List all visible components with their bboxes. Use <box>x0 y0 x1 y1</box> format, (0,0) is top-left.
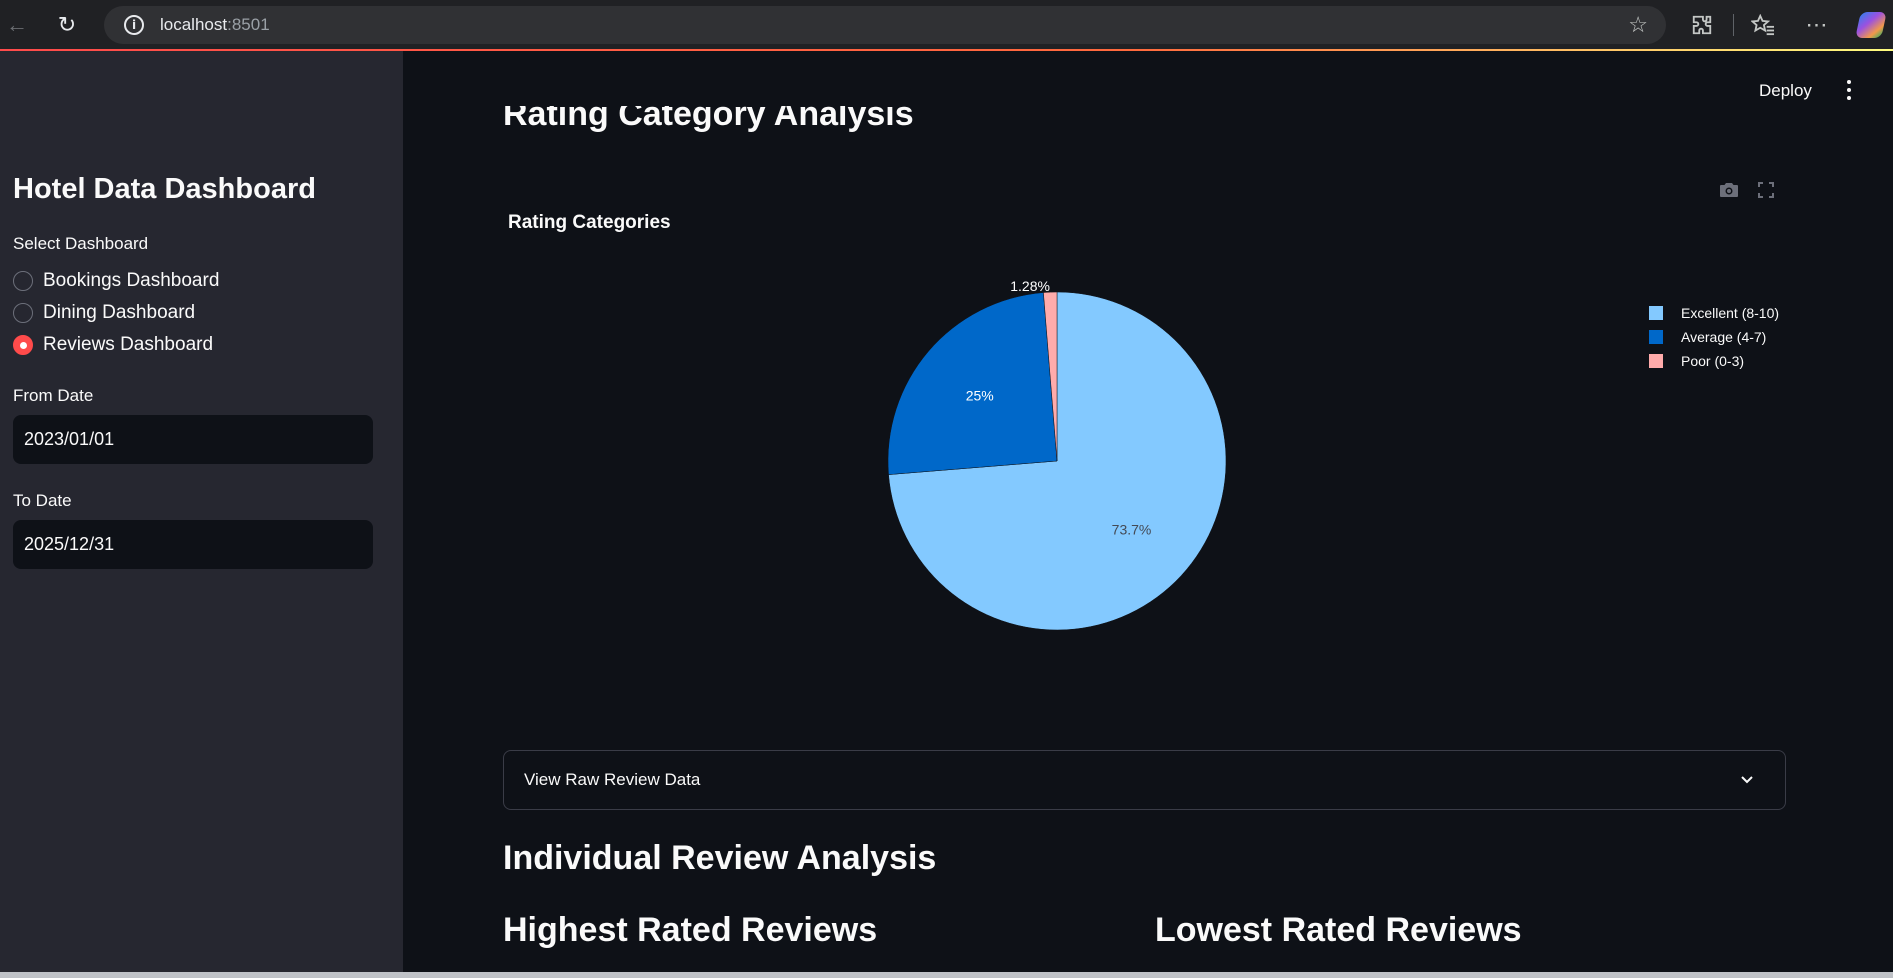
legend-swatch <box>1649 330 1663 344</box>
to-date-input[interactable]: 2025/12/31 <box>13 520 373 569</box>
radio-button[interactable] <box>13 303 33 323</box>
legend-item-poor[interactable]: Poor (0-3) <box>1649 349 1779 373</box>
raw-data-expander[interactable]: View Raw Review Data <box>503 750 1786 810</box>
sidebar: Hotel Data Dashboard Select Dashboard Bo… <box>0 51 403 972</box>
sidebar-title: Hotel Data Dashboard <box>13 173 316 205</box>
to-date-label: To Date <box>13 491 72 510</box>
url-host: localhost <box>160 15 228 34</box>
radio-label: Reviews Dashboard <box>43 334 214 355</box>
back-arrow-icon[interactable]: ← <box>0 8 34 42</box>
browser-toolbar: ← ↻ i localhost:8501 ☆ ⋯ <box>0 0 1893 50</box>
select-dashboard-label: Select Dashboard <box>13 234 149 253</box>
pie-slice-average[interactable] <box>887 292 1058 475</box>
radio-dining-dashboard[interactable]: Dining Dashboard <box>13 300 195 326</box>
extensions-icon[interactable] <box>1685 8 1719 42</box>
radio-button[interactable] <box>13 271 33 291</box>
legend-swatch <box>1649 306 1663 320</box>
pie-label-excellent: 73.7% <box>1112 522 1152 538</box>
individual-review-heading: Individual Review Analysis <box>503 839 937 877</box>
camera-icon[interactable] <box>1719 181 1739 204</box>
pie-slice-poor[interactable] <box>1043 291 1058 462</box>
main-content: Deploy Rating Category Analysis Rating C… <box>403 51 1893 972</box>
legend-label: Average (4-7) <box>1681 329 1767 345</box>
legend-label: Poor (0-3) <box>1681 353 1745 369</box>
radio-reviews-dashboard[interactable]: Reviews Dashboard <box>13 332 213 358</box>
pie-slice-excellent[interactable] <box>888 291 1227 631</box>
chart-title: Rating Categories <box>508 212 671 233</box>
fullscreen-icon[interactable] <box>1757 181 1775 204</box>
from-date-label: From Date <box>13 386 94 405</box>
toolbar-separator <box>1733 14 1734 36</box>
lowest-rated-heading: Lowest Rated Reviews <box>1155 911 1522 949</box>
legend-swatch <box>1649 354 1663 368</box>
info-icon[interactable]: i <box>124 15 144 35</box>
deploy-button[interactable]: Deploy <box>1759 81 1812 101</box>
pie-label-average: 25% <box>966 387 994 403</box>
reload-icon[interactable]: ↻ <box>50 8 84 42</box>
legend-label: Excellent (8-10) <box>1681 305 1780 321</box>
chart-legend: Excellent (8-10) Average (4-7) Poor (0-3… <box>1649 301 1779 373</box>
address-bar[interactable]: i localhost:8501 ☆ <box>104 6 1666 44</box>
expander-label: View Raw Review Data <box>524 770 701 789</box>
legend-item-excellent[interactable]: Excellent (8-10) <box>1649 301 1779 325</box>
radio-label: Bookings Dashboard <box>43 270 220 291</box>
favorites-icon[interactable] <box>1746 8 1780 42</box>
section-heading: Rating Category Analysis <box>503 106 914 133</box>
copilot-icon[interactable] <box>1854 8 1888 42</box>
highest-rated-heading: Highest Rated Reviews <box>503 911 878 949</box>
main-menu-icon[interactable] <box>1841 77 1857 103</box>
chevron-down-icon[interactable] <box>1739 771 1755 787</box>
bottom-edge <box>0 972 1893 978</box>
more-options-icon[interactable]: ⋯ <box>1800 8 1834 42</box>
legend-item-average[interactable]: Average (4-7) <box>1649 325 1779 349</box>
radio-button-selected[interactable] <box>13 335 33 355</box>
radio-label: Dining Dashboard <box>43 302 196 323</box>
pie-chart: 73.7% 25% 1.28% <box>887 278 1227 631</box>
radio-bookings-dashboard[interactable]: Bookings Dashboard <box>13 268 219 294</box>
url-port: :8501 <box>227 15 270 34</box>
pie-label-poor: 1.28% <box>1010 278 1050 294</box>
from-date-input[interactable]: 2023/01/01 <box>13 415 373 464</box>
star-icon[interactable]: ☆ <box>1628 12 1648 38</box>
